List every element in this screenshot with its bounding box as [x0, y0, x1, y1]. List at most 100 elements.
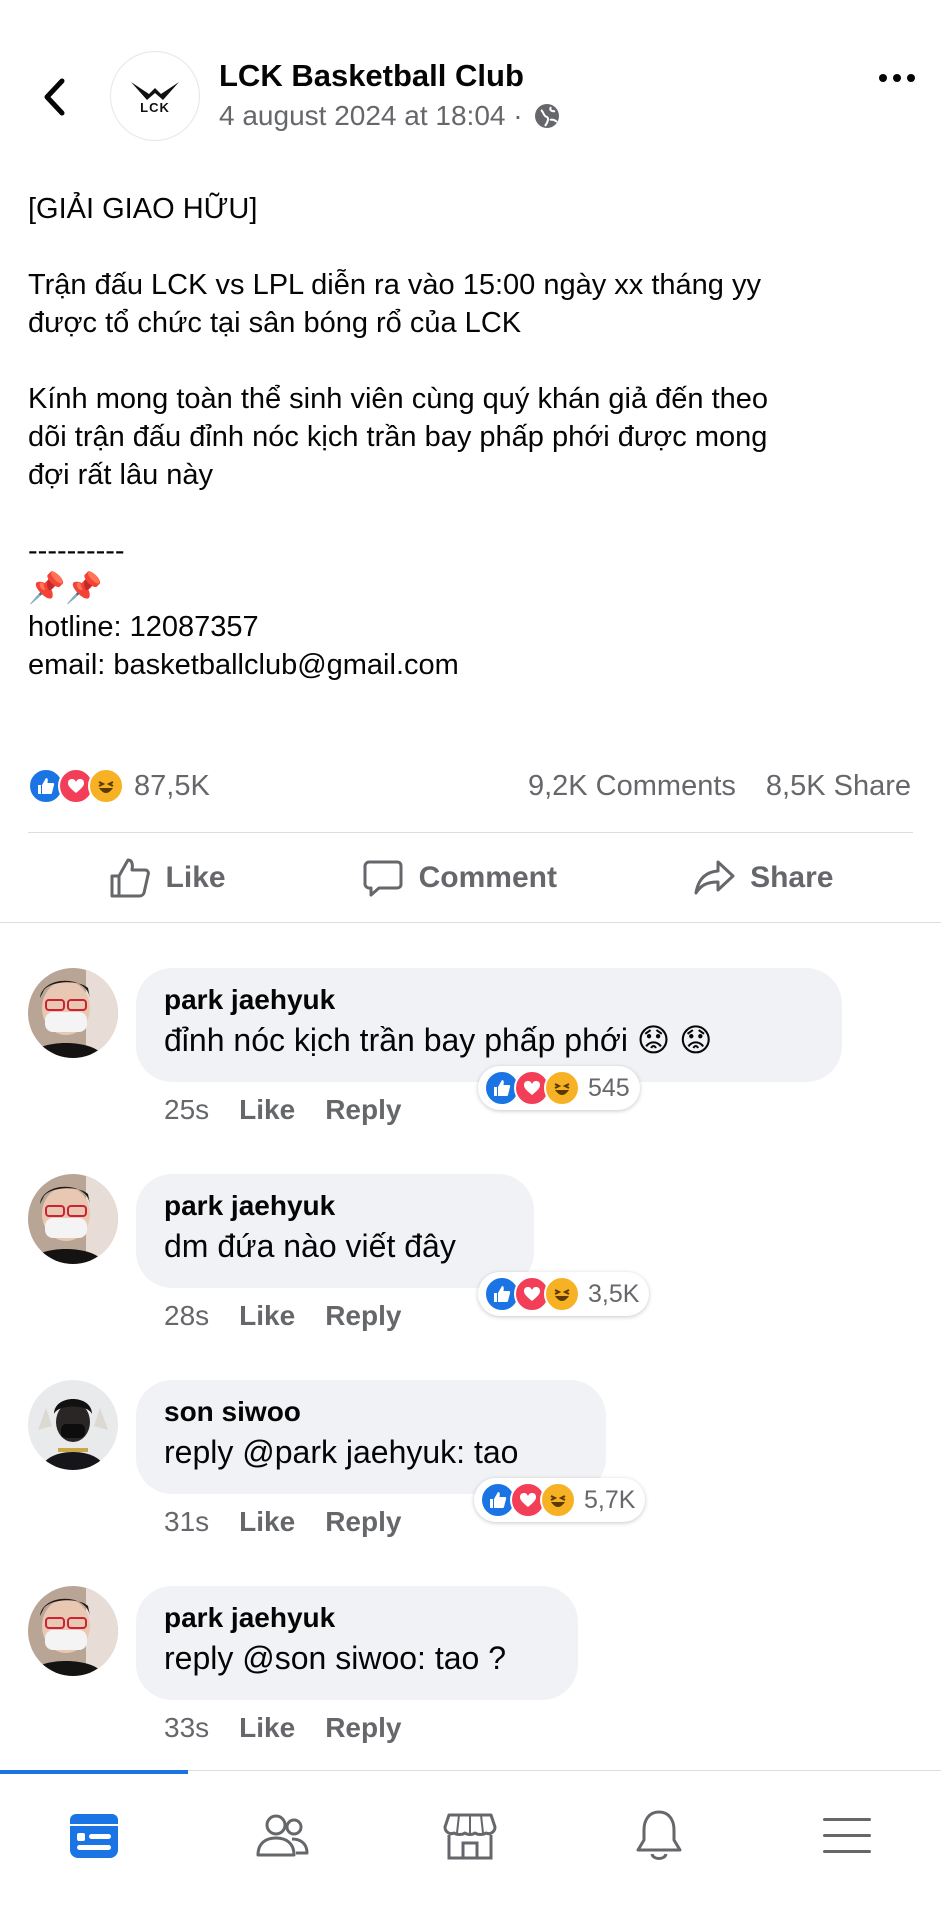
comment-bubble[interactable]: son siwoo reply @park jaehyuk: tao — [136, 1380, 606, 1494]
comment-reaction-count: 545 — [588, 1073, 630, 1102]
nav-marketplace[interactable] — [410, 1801, 530, 1871]
post-line: Kính mong toàn thể sinh viên cùng quý kh… — [28, 383, 769, 415]
comment-reaction-count: 3,5K — [588, 1279, 640, 1308]
nav-active-indicator — [0, 1770, 188, 1774]
comment-author[interactable]: son siwoo — [164, 1394, 578, 1430]
comment-reply-button[interactable]: Reply — [325, 1506, 401, 1538]
post-meta: 4 august 2024 at 18:04 · — [219, 100, 561, 132]
share-button[interactable]: Share — [692, 856, 833, 900]
comment-author[interactable]: park jaehyuk — [164, 982, 814, 1018]
more-dot — [893, 74, 901, 82]
notifications-icon — [636, 1810, 682, 1860]
comment-reactions[interactable]: 3,5K — [478, 1272, 650, 1316]
post-body: [GIẢI GIAO HỮU] Trận đấu LCK vs LPL diễn… — [28, 190, 908, 684]
comment-reactions[interactable]: 545 — [478, 1066, 640, 1110]
comment-text: reply @son siwoo: tao ? — [164, 1640, 506, 1676]
haha-reaction-icon — [540, 1482, 576, 1518]
comment-bubble[interactable]: park jaehyuk reply @son siwoo: tao ? — [136, 1586, 578, 1700]
comment-text: reply @park jaehyuk: tao — [164, 1434, 519, 1470]
comment-reactions[interactable]: 5,7K — [474, 1478, 646, 1522]
nav-feed[interactable] — [34, 1801, 154, 1871]
comment-author[interactable]: park jaehyuk — [164, 1188, 506, 1224]
comment-reaction-count: 5,7K — [584, 1485, 636, 1514]
post-action-bar: Like Comment Share — [0, 850, 941, 906]
nav-friends[interactable] — [222, 1801, 342, 1871]
comment-time: 33s — [164, 1712, 210, 1743]
share-icon — [694, 860, 735, 895]
reaction-icons — [480, 1482, 576, 1518]
comment-item: park jaehyuk dm đứa nào viết đây 3,5K 28… — [0, 1174, 941, 1354]
reaction-icons — [484, 1276, 580, 1312]
haha-reaction-icon — [544, 1070, 580, 1106]
comment-text: đỉnh nóc kịch trần bay phấp phới 😟 😟 — [164, 1022, 713, 1058]
comment-icon — [363, 860, 403, 897]
comment-bubble[interactable]: park jaehyuk đỉnh nóc kịch trần bay phấp… — [136, 968, 842, 1082]
chevron-left-icon — [44, 78, 65, 116]
post-timestamp[interactable]: 4 august 2024 at 18:04 · — [219, 100, 523, 132]
comment-like-button[interactable]: Like — [239, 1300, 295, 1332]
avatar[interactable] — [28, 968, 118, 1058]
comment-item: park jaehyuk reply @son siwoo: tao ? 33s… — [0, 1586, 941, 1766]
comment-meta: 33s Like Reply — [164, 1712, 401, 1744]
nav-menu[interactable] — [787, 1801, 907, 1871]
post-line — [28, 228, 908, 266]
comment-reply-button[interactable]: Reply — [325, 1712, 401, 1744]
thumbs-up-icon — [110, 858, 150, 898]
post-line: được tổ chức tại sân bóng rổ của LCK — [28, 307, 522, 339]
comment-reply-button[interactable]: Reply — [325, 1300, 401, 1332]
marketplace-icon — [443, 1813, 497, 1860]
share-count[interactable]: 8,5K Share — [766, 770, 911, 803]
comment-meta: 25s Like Reply — [164, 1094, 401, 1126]
friends-icon — [256, 1814, 309, 1857]
comment-like-button[interactable]: Like — [239, 1712, 295, 1744]
comment-text: dm đứa nào viết đây — [164, 1228, 456, 1264]
comment-author[interactable]: park jaehyuk — [164, 1600, 550, 1636]
avatar-logo-text: LCK — [140, 99, 170, 115]
post-email[interactable]: email: basketballclub@gmail.com — [28, 646, 908, 684]
page-name[interactable]: LCK Basketball Club — [219, 58, 524, 94]
divider — [0, 922, 941, 923]
share-label: Share — [750, 861, 834, 894]
comment-count[interactable]: 9,2K Comments — [528, 770, 736, 803]
page-avatar[interactable]: LCK — [110, 51, 200, 141]
more-dot — [907, 74, 915, 82]
pin-emojis: 📌📌 — [28, 572, 103, 605]
more-options-button[interactable] — [872, 63, 922, 93]
comment-reply-button[interactable]: Reply — [325, 1094, 401, 1126]
comment-like-button[interactable]: Like — [239, 1506, 295, 1538]
comment-button[interactable]: Comment — [361, 856, 557, 900]
comment-item: park jaehyuk đỉnh nóc kịch trần bay phấp… — [0, 968, 941, 1148]
haha-reaction-icon — [88, 768, 124, 804]
post-line: đợi rất lâu này — [28, 459, 214, 491]
post-hotline: hotline: 12087357 — [28, 611, 259, 643]
haha-reaction-icon — [544, 1276, 580, 1312]
comment-time: 28s — [164, 1300, 210, 1331]
reaction-count: 87,5K — [134, 769, 210, 802]
comment-item: son siwoo reply @park jaehyuk: tao 5,7K … — [0, 1380, 941, 1560]
comment-time: 31s — [164, 1506, 210, 1537]
post-line: dõi trận đấu đỉnh nóc kịch trần bay phấp… — [28, 421, 768, 453]
reaction-icons — [484, 1070, 580, 1106]
comment-bubble[interactable]: park jaehyuk dm đứa nào viết đây — [136, 1174, 534, 1288]
menu-icon — [822, 1818, 871, 1853]
avatar[interactable] — [28, 1380, 118, 1470]
comment-like-button[interactable]: Like — [239, 1094, 295, 1126]
post-line: [GIẢI GIAO HỮU] — [28, 193, 258, 225]
avatar[interactable] — [28, 1586, 118, 1676]
like-label: Like — [165, 861, 226, 894]
more-dot — [879, 74, 887, 82]
feed-icon — [70, 1814, 119, 1858]
post-line — [28, 494, 908, 532]
comment-time: 25s — [164, 1094, 210, 1125]
reaction-summary[interactable]: 87,5K — [28, 768, 210, 804]
globe-icon — [534, 104, 559, 128]
nav-notifications[interactable] — [599, 1801, 719, 1871]
comment-meta: 31s Like Reply — [164, 1506, 401, 1538]
reaction-icons — [28, 768, 124, 804]
avatar[interactable] — [28, 1174, 118, 1264]
like-button[interactable]: Like — [108, 856, 226, 900]
back-button[interactable] — [34, 72, 74, 122]
post-separator: ---------- — [28, 535, 125, 567]
post-line: Trận đấu LCK vs LPL diễn ra vào 15:00 ng… — [28, 269, 761, 301]
divider — [28, 832, 913, 833]
